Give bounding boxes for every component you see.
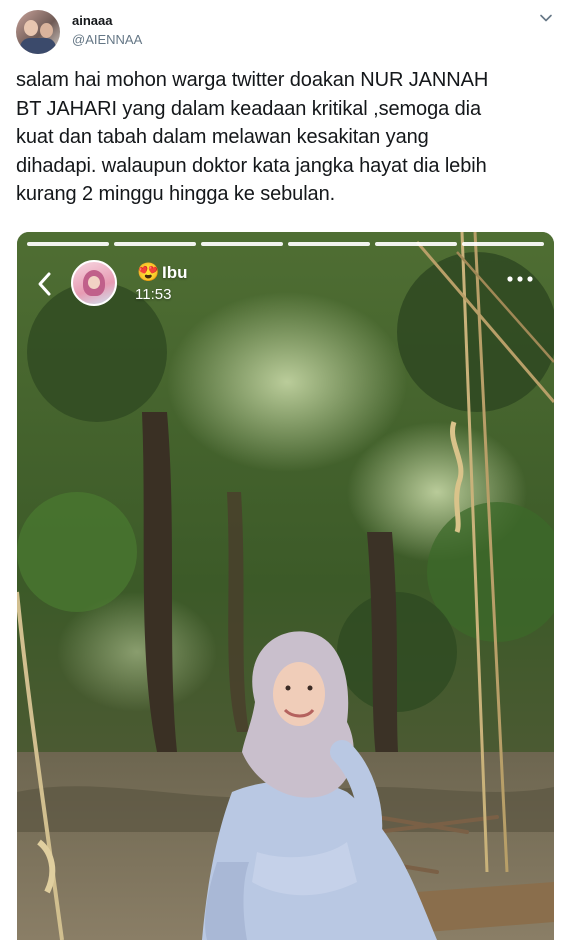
tweet-text-line: kurang 2 minggu hingga ke sebulan.: [16, 183, 336, 205]
story-progress-segment: [375, 242, 457, 246]
avatar-face-right: [40, 23, 53, 38]
story-progress-segment: [462, 242, 544, 246]
tweet-media-image[interactable]: 😍 Ibu 11:53: [17, 232, 554, 940]
tweet-text-line: salam hai mohon warga twitter doakan NUR…: [16, 69, 489, 91]
chevron-down-icon[interactable]: [538, 10, 554, 26]
tweet-text: salam hai mohon warga twitter doakan NUR…: [16, 66, 561, 209]
author-handle[interactable]: @AIENNAA: [72, 32, 142, 47]
story-progress-segment: [114, 242, 196, 246]
author-display-name[interactable]: ainaaa: [72, 13, 112, 28]
story-progress-segment: [201, 242, 283, 246]
story-progress-segment: [27, 242, 109, 246]
tweet-text-line: BT JAHARI yang dalam keadaan kritikal ,s…: [16, 97, 481, 120]
story-avatar[interactable]: [71, 260, 117, 306]
more-dots-icon[interactable]: [505, 274, 535, 284]
tweet-text-line: dihadapi. walaupun doktor kata jangka ha…: [16, 154, 487, 177]
heart-eyes-emoji-icon: 😍: [137, 262, 160, 282]
tweet-text-line: kuat dan tabah dalam melawan kesakitan y…: [16, 126, 429, 148]
story-progress-segment: [288, 242, 370, 246]
tweet-card: ainaaa @AIENNAA salam hai mohon warga tw…: [0, 0, 574, 940]
story-avatar-face: [88, 276, 100, 289]
story-progress-bar: [27, 242, 544, 246]
back-chevron-icon[interactable]: [35, 270, 55, 298]
story-photo: [17, 232, 554, 940]
avatar-body: [20, 38, 56, 54]
story-timestamp: 11:53: [135, 286, 172, 303]
story-contact-name: Ibu: [162, 263, 188, 282]
avatar-face-left: [24, 20, 38, 36]
author-avatar[interactable]: [16, 10, 60, 54]
